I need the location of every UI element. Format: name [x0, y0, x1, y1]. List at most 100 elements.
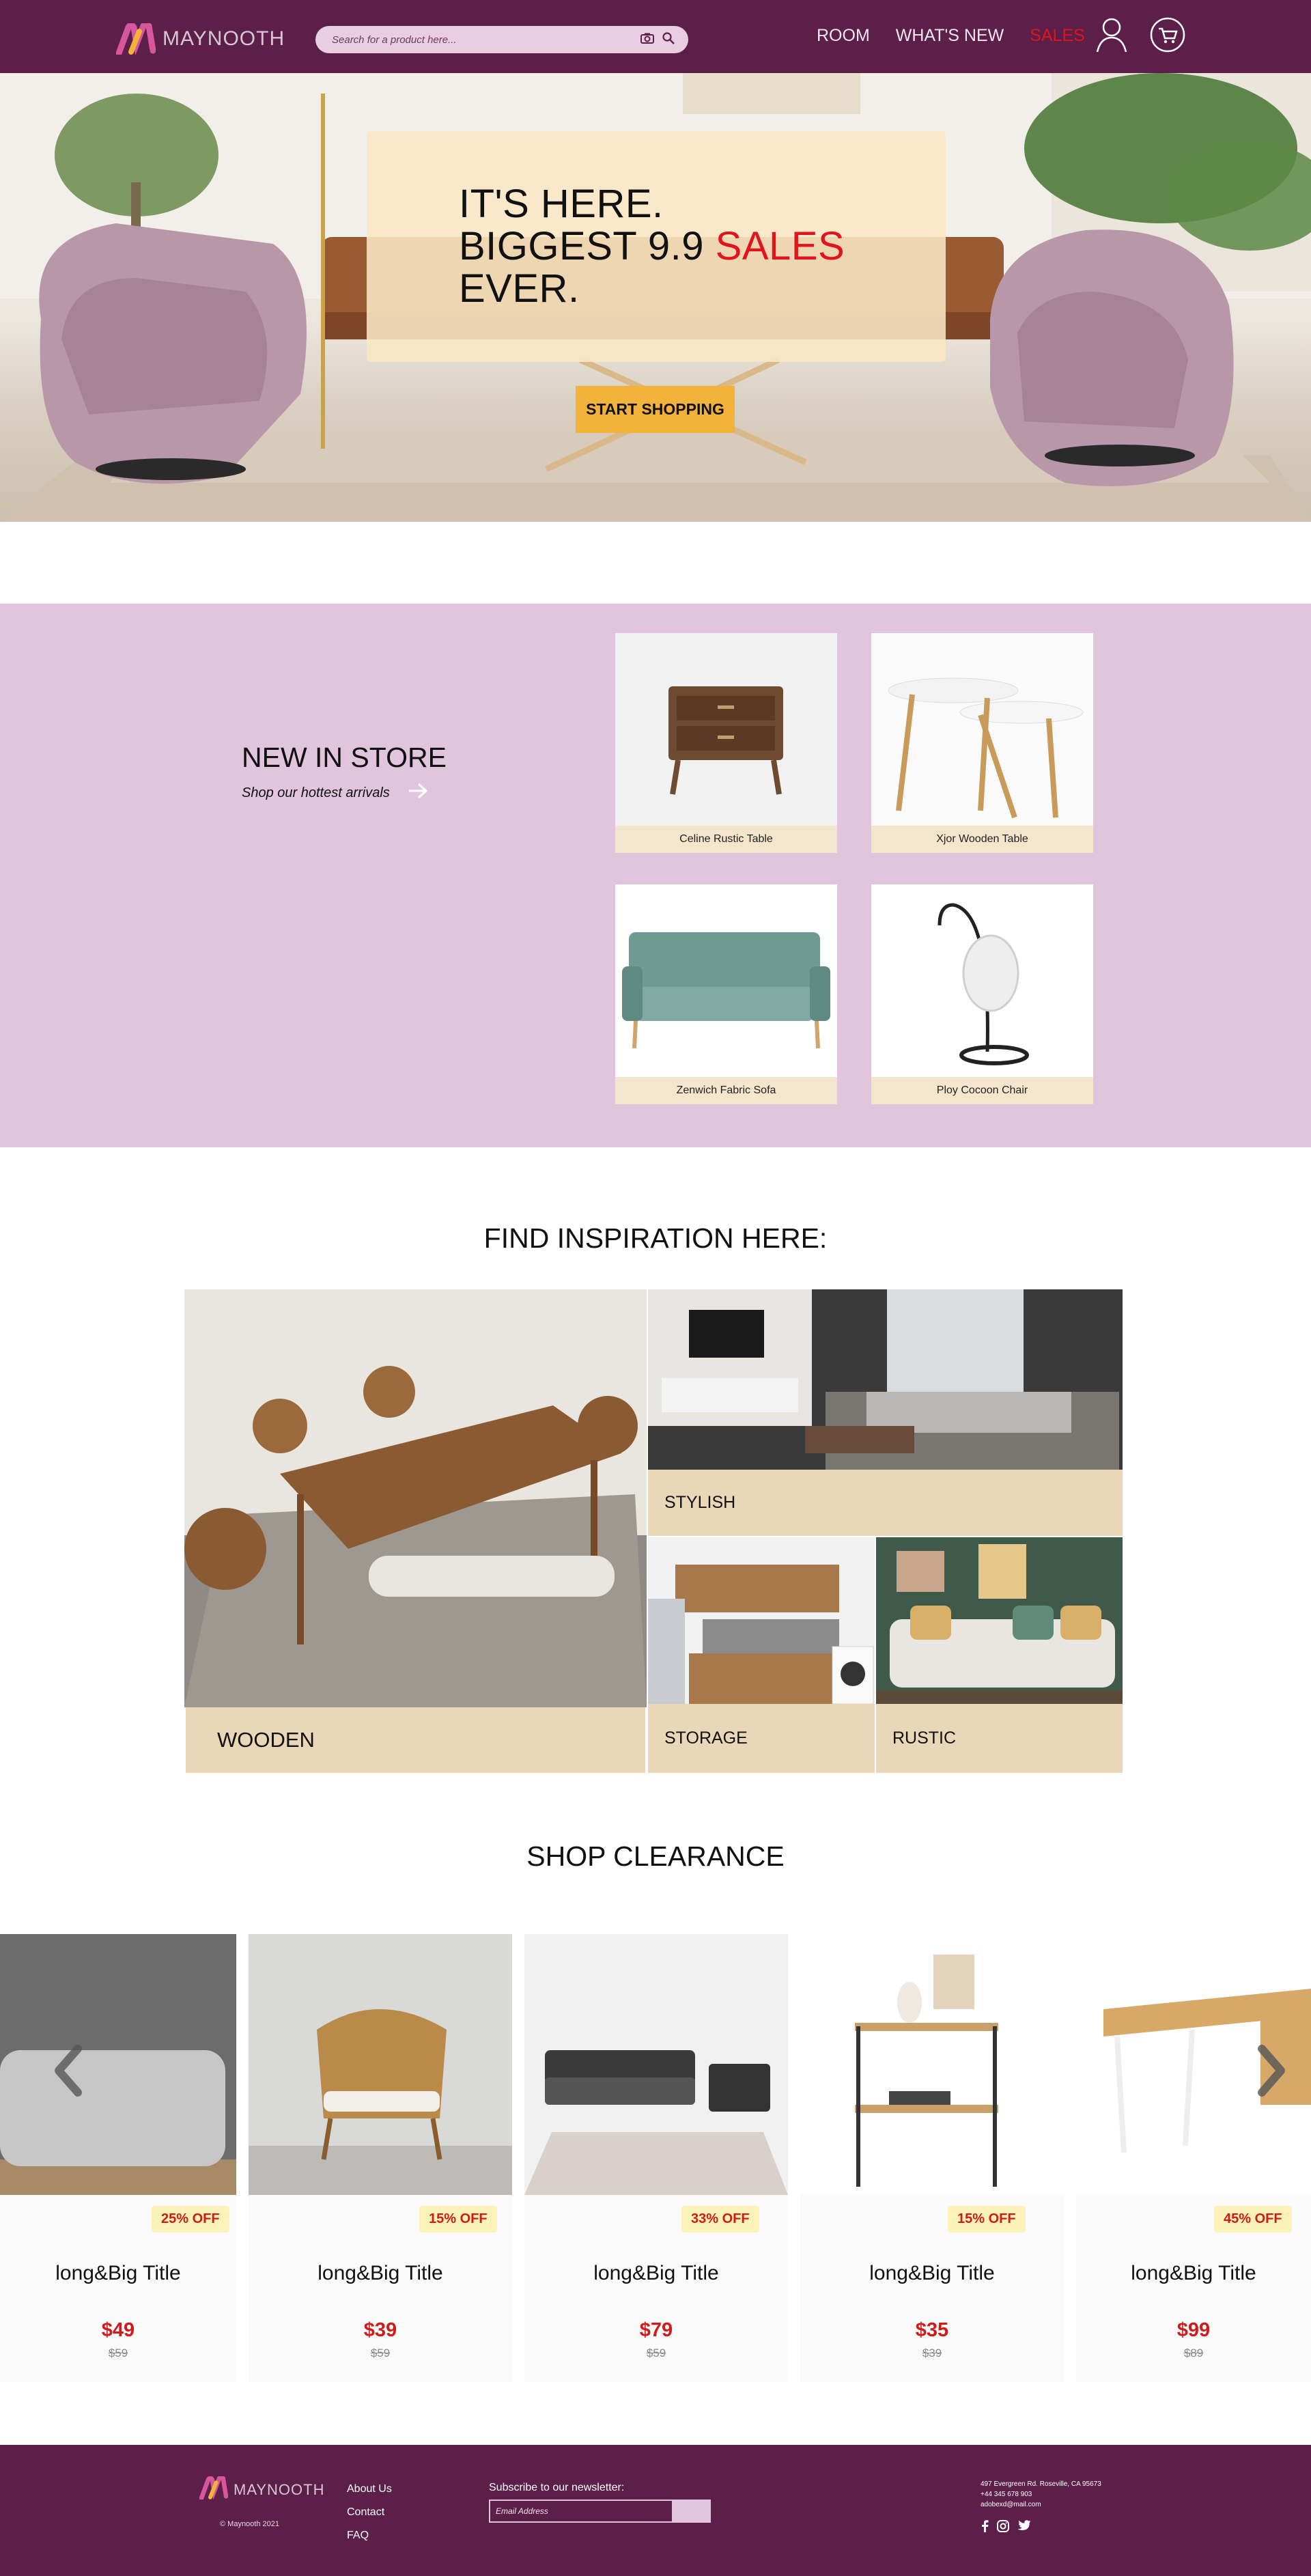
clearance-card[interactable]: 33% OFF long&Big Title $79 $59: [524, 1934, 788, 2382]
carousel-prev-arrow-icon[interactable]: [51, 2043, 86, 2098]
product-price: $49: [101, 2319, 135, 2341]
nav-sales[interactable]: SALES: [1030, 26, 1085, 46]
contact-info: 497 Evergreen Rd. Roseville, CA 95673 +4…: [981, 2479, 1101, 2510]
camera-icon[interactable]: [640, 33, 654, 47]
main-nav: ROOM WHAT'S NEW SALES: [817, 26, 1085, 46]
tile-label: WOODEN: [186, 1707, 645, 1773]
hero-headline-line1: IT'S HERE.: [459, 182, 664, 226]
product-image: [524, 1934, 788, 2195]
footer-link-contact[interactable]: Contact: [347, 2506, 392, 2519]
product-name: Zenwich Fabric Sofa: [615, 1077, 837, 1104]
contact-address: 497 Evergreen Rd. Roseville, CA 95673: [981, 2480, 1101, 2488]
discount-badge: 45% OFF: [1214, 2206, 1292, 2232]
product-old-price: $59: [108, 2347, 128, 2360]
product-card[interactable]: Celine Rustic Table: [615, 633, 837, 853]
discount-badge: 15% OFF: [948, 2206, 1026, 2232]
search-input[interactable]: [332, 33, 640, 46]
product-card[interactable]: Zenwich Fabric Sofa: [615, 884, 837, 1104]
brand-logo[interactable]: MAYNOOTH: [115, 20, 284, 57]
section-subtitle: Shop our hottest arrivals: [242, 785, 390, 800]
start-shopping-button[interactable]: START SHOPPING: [576, 386, 735, 433]
product-image: [249, 1934, 512, 2195]
tile-label: STYLISH: [648, 1470, 1123, 1536]
product-card[interactable]: Ploy Cocoon Chair: [871, 884, 1093, 1104]
footer-links: About Us Contact FAQ: [347, 2483, 392, 2542]
inspiration-tile-wooden[interactable]: WOODEN: [184, 1289, 647, 1773]
tile-label: RUSTIC: [876, 1704, 1123, 1773]
product-image: [615, 884, 837, 1077]
product-title: long&Big Title: [1131, 2262, 1256, 2284]
facebook-icon[interactable]: [981, 2520, 989, 2536]
wooden-dining-image: [184, 1289, 647, 1707]
section-title: NEW IN STORE: [242, 742, 447, 773]
product-image: [615, 633, 837, 826]
search-icon[interactable]: [662, 31, 675, 48]
new-in-store-section: NEW IN STORE Shop our hottest arrivals C…: [0, 604, 1311, 1147]
brand-name: MAYNOOTH: [163, 27, 285, 50]
clearance-card[interactable]: 45% OFF long&Big Title $99 $89: [1076, 1934, 1311, 2382]
hero-headline-line3: EVER.: [459, 266, 580, 311]
shopping-cart-icon[interactable]: [1150, 17, 1185, 53]
newsletter-email-input[interactable]: [489, 2500, 673, 2523]
product-price: $99: [1176, 2319, 1211, 2341]
footer-link-about[interactable]: About Us: [347, 2483, 392, 2495]
newsletter-label: Subscribe to our newsletter:: [489, 2482, 625, 2493]
hero-headline-highlight: SALES: [715, 224, 845, 268]
clearance-card[interactable]: 15% OFF long&Big Title $35 $39: [800, 1934, 1064, 2382]
inspiration-tile-rustic[interactable]: RUSTIC: [876, 1537, 1123, 1773]
discount-badge: 15% OFF: [419, 2206, 497, 2232]
product-name: Celine Rustic Table: [615, 826, 837, 853]
inspiration-title: FIND INSPIRATION HERE:: [483, 1222, 828, 1254]
product-image: [800, 1934, 1064, 2195]
product-image: [0, 1934, 236, 2195]
top-header: MAYNOOTH ROOM WHAT'S NEW SALES: [0, 0, 1311, 73]
logo-mark-icon: [115, 20, 156, 57]
product-old-price: $39: [922, 2347, 942, 2360]
product-card[interactable]: Xjor Wooden Table: [871, 633, 1093, 853]
social-links: [981, 2520, 1031, 2536]
new-in-store-link[interactable]: Shop our hottest arrivals: [242, 783, 428, 803]
product-image: [871, 633, 1093, 826]
product-title: long&Big Title: [869, 2262, 995, 2284]
clearance-title: SHOP CLEARANCE: [526, 1840, 785, 1872]
clearance-card[interactable]: 15% OFF long&Big Title $39 $59: [249, 1934, 512, 2382]
stylish-bedroom-image: [648, 1289, 1123, 1470]
footer-link-faq[interactable]: FAQ: [347, 2530, 392, 2542]
nav-whats-new[interactable]: WHAT'S NEW: [896, 26, 1004, 46]
search-bar: [315, 26, 688, 53]
hero-headline-prefix: BIGGEST 9.9: [459, 224, 716, 268]
product-price: $79: [639, 2319, 673, 2341]
contact-phone: +44 345 678 903: [981, 2491, 1032, 2498]
newsletter-submit-button[interactable]: [673, 2500, 711, 2523]
hero-banner: IT'S HERE. BIGGEST 9.9 SALES EVER. START…: [0, 73, 1311, 522]
discount-badge: 25% OFF: [152, 2206, 229, 2232]
product-old-price: $89: [1183, 2347, 1204, 2360]
user-account-icon[interactable]: [1095, 17, 1128, 53]
footer-logo[interactable]: MAYNOOTH: [199, 2474, 324, 2503]
inspiration-tile-stylish[interactable]: STYLISH: [648, 1289, 1123, 1536]
product-name: Ploy Cocoon Chair: [871, 1077, 1093, 1104]
product-old-price: $59: [370, 2347, 391, 2360]
hero-headline-line2: BIGGEST 9.9 SALES: [459, 225, 845, 268]
product-title: long&Big Title: [55, 2262, 181, 2284]
product-image: [871, 884, 1093, 1077]
product-title: long&Big Title: [318, 2262, 443, 2284]
product-price: $35: [915, 2319, 949, 2341]
arrow-right-icon: [408, 783, 428, 803]
product-price: $39: [363, 2319, 397, 2341]
hero-text-panel: IT'S HERE. BIGGEST 9.9 SALES EVER.: [367, 131, 946, 362]
instagram-icon[interactable]: [997, 2520, 1009, 2536]
twitter-icon[interactable]: [1017, 2520, 1031, 2536]
rustic-living-image: [876, 1537, 1123, 1704]
inspiration-tile-storage[interactable]: STORAGE: [648, 1537, 875, 1773]
site-footer: MAYNOOTH © Maynooth 2021 About Us Contac…: [0, 2445, 1311, 2576]
storage-kitchen-image: [648, 1537, 875, 1705]
discount-badge: 33% OFF: [681, 2206, 759, 2232]
clearance-card[interactable]: 25% OFF long&Big Title $49 $59: [0, 1934, 236, 2382]
product-title: long&Big Title: [593, 2262, 719, 2284]
contact-email: adobexd@mail.com: [981, 2501, 1041, 2508]
logo-mark-icon: [199, 2474, 229, 2503]
carousel-next-arrow-icon[interactable]: [1254, 2043, 1289, 2098]
product-name: Xjor Wooden Table: [871, 826, 1093, 853]
nav-room[interactable]: ROOM: [817, 26, 870, 46]
